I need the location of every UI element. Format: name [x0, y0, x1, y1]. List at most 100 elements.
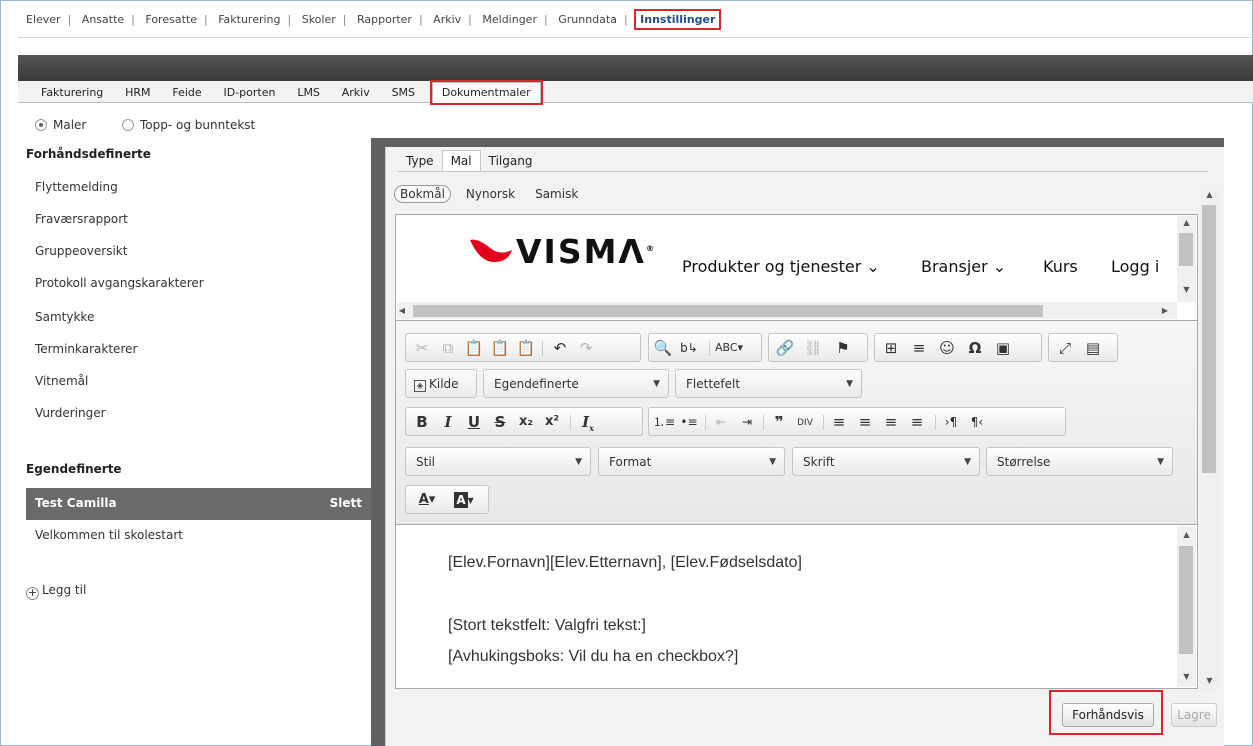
- nav-arkiv[interactable]: Arkiv: [429, 13, 465, 26]
- underline-icon[interactable]: U: [464, 414, 484, 430]
- list-item[interactable]: Flyttemelding: [26, 172, 371, 204]
- div-container-icon[interactable]: DIV: [795, 415, 815, 431]
- subscript-icon[interactable]: x₂: [516, 414, 536, 430]
- list-item[interactable]: Gruppeoversikt: [26, 236, 371, 268]
- scroll-up-icon[interactable]: ▲: [1177, 218, 1196, 227]
- tab-type[interactable]: Type: [398, 151, 442, 173]
- list-item[interactable]: Samtykke: [26, 302, 371, 334]
- tab-fakturering[interactable]: Fakturering: [18, 81, 112, 102]
- undo-icon[interactable]: ↶: [550, 340, 570, 356]
- lang-nynorsk[interactable]: Nynorsk: [461, 186, 520, 202]
- outdent-icon[interactable]: ⇤: [711, 414, 731, 430]
- find-icon[interactable]: 🔍: [653, 340, 673, 356]
- nav-foresatte[interactable]: Foresatte: [141, 13, 201, 26]
- tab-sms[interactable]: SMS: [383, 81, 424, 102]
- lang-bokmal[interactable]: Bokmål: [394, 185, 451, 203]
- scroll-right-icon[interactable]: ▶: [1160, 306, 1170, 315]
- scroll-down-icon[interactable]: ▼: [1177, 285, 1196, 294]
- show-blocks-icon[interactable]: ▤: [1083, 340, 1103, 356]
- list-item-selected[interactable]: Test Camilla Slett: [26, 488, 371, 520]
- scroll-down-icon[interactable]: ▼: [1177, 672, 1196, 681]
- blockquote-icon[interactable]: ❞: [769, 414, 789, 430]
- style-dropdown[interactable]: Stil ▼: [405, 447, 591, 476]
- smiley-icon[interactable]: ☺: [937, 340, 957, 356]
- tab-dokumentmaler[interactable]: Dokumentmaler: [429, 80, 543, 105]
- scroll-thumb[interactable]: [1179, 546, 1193, 654]
- tab-id-porten[interactable]: ID-porten: [215, 81, 285, 102]
- paste-text-icon[interactable]: 📋: [490, 340, 510, 356]
- image-icon[interactable]: ▣: [993, 340, 1013, 356]
- text-color-icon[interactable]: A▾: [412, 492, 442, 508]
- nav-ansatte[interactable]: Ansatte: [78, 13, 128, 26]
- copy-icon[interactable]: ⧉: [438, 340, 458, 356]
- scroll-up-icon[interactable]: ▲: [1177, 530, 1196, 539]
- align-right-icon[interactable]: ≡: [881, 414, 901, 430]
- delete-link[interactable]: Slett: [330, 488, 362, 518]
- italic-icon[interactable]: I: [438, 414, 458, 430]
- scroll-up-icon[interactable]: ▲: [1200, 190, 1219, 199]
- anchor-flag-icon[interactable]: ⚑: [833, 340, 853, 356]
- align-left-icon[interactable]: ≡: [829, 414, 849, 430]
- maximize-icon[interactable]: ⤢: [1055, 340, 1075, 356]
- template-style-dropdown[interactable]: Egendefinerte ▼: [483, 369, 669, 398]
- special-char-icon[interactable]: Ω: [965, 340, 985, 356]
- add-template-button[interactable]: + Legg til: [26, 583, 86, 600]
- unlink-icon[interactable]: ⛓: [803, 340, 823, 356]
- scroll-down-icon[interactable]: ▼: [1200, 676, 1219, 685]
- ltr-icon[interactable]: ›¶: [941, 414, 961, 430]
- cut-icon[interactable]: ✂: [412, 340, 432, 356]
- align-center-icon[interactable]: ≡: [855, 414, 875, 430]
- scroll-left-icon[interactable]: ◀: [397, 306, 407, 315]
- table-icon[interactable]: ⊞: [881, 340, 901, 356]
- tab-mal[interactable]: Mal: [441, 150, 481, 172]
- size-dropdown[interactable]: Størrelse ▼: [986, 447, 1173, 476]
- list-item[interactable]: Fraværsrapport: [26, 204, 371, 236]
- save-button[interactable]: Lagre: [1171, 703, 1217, 727]
- scroll-thumb[interactable]: [1202, 205, 1216, 473]
- tab-lms[interactable]: LMS: [288, 81, 329, 102]
- font-dropdown[interactable]: Skrift ▼: [792, 447, 980, 476]
- nav-innstillinger[interactable]: Innstillinger: [634, 9, 722, 30]
- preview-button[interactable]: Forhåndsvis: [1062, 703, 1154, 727]
- radio-topp-bunntekst[interactable]: Topp- og bunntekst: [122, 118, 255, 132]
- tab-arkiv[interactable]: Arkiv: [333, 81, 379, 102]
- tab-feide[interactable]: Feide: [163, 81, 210, 102]
- format-dropdown[interactable]: Format ▼: [598, 447, 785, 476]
- scroll-thumb[interactable]: [1179, 233, 1193, 266]
- redo-icon[interactable]: ↷: [576, 340, 596, 356]
- list-item[interactable]: Vurderinger: [26, 398, 371, 430]
- background-color-icon[interactable]: A ▾: [448, 492, 480, 508]
- rtl-icon[interactable]: ¶‹: [967, 414, 987, 430]
- link-icon[interactable]: 🔗: [775, 340, 795, 356]
- nav-grunndata[interactable]: Grunndata: [554, 13, 621, 26]
- nav-meldinger[interactable]: Meldinger: [478, 13, 541, 26]
- list-item[interactable]: Protokoll avgangskarakterer: [26, 268, 371, 300]
- bold-icon[interactable]: B: [412, 414, 432, 430]
- radio-maler[interactable]: Maler: [35, 118, 86, 132]
- nav-fakturering[interactable]: Fakturering: [214, 13, 284, 26]
- source-button[interactable]: ◈ Kilde: [405, 369, 477, 398]
- bulleted-list-icon[interactable]: •≡: [679, 414, 699, 430]
- indent-icon[interactable]: ⇥: [737, 414, 757, 430]
- tab-tilgang[interactable]: Tilgang: [481, 151, 541, 173]
- replace-icon[interactable]: b↳: [679, 340, 699, 356]
- spellcheck-icon[interactable]: ABC▾: [715, 340, 743, 356]
- align-justify-icon[interactable]: ≡: [907, 414, 927, 430]
- remove-format-icon[interactable]: Ix: [578, 414, 598, 436]
- nav-skoler[interactable]: Skoler: [298, 13, 340, 26]
- nav-elever[interactable]: Elever: [22, 13, 65, 26]
- paste-icon[interactable]: 📋: [464, 340, 484, 356]
- merge-field-dropdown[interactable]: Flettefelt ▼: [675, 369, 862, 398]
- tab-hrm[interactable]: HRM: [116, 81, 159, 102]
- list-item[interactable]: Velkommen til skolestart: [26, 520, 371, 552]
- paste-word-icon[interactable]: 📋: [516, 340, 536, 356]
- strikethrough-icon[interactable]: S: [490, 414, 510, 430]
- superscript-icon[interactable]: x²: [542, 414, 562, 430]
- list-item[interactable]: Vitnemål: [26, 366, 371, 398]
- lang-samisk[interactable]: Samisk: [530, 186, 583, 202]
- scroll-thumb[interactable]: [413, 305, 1043, 317]
- nav-rapporter[interactable]: Rapporter: [353, 13, 416, 26]
- list-item[interactable]: Terminkarakterer: [26, 334, 371, 366]
- numbered-list-icon[interactable]: ⒈≡: [653, 414, 675, 430]
- horizontal-line-icon[interactable]: ≡: [909, 340, 929, 356]
